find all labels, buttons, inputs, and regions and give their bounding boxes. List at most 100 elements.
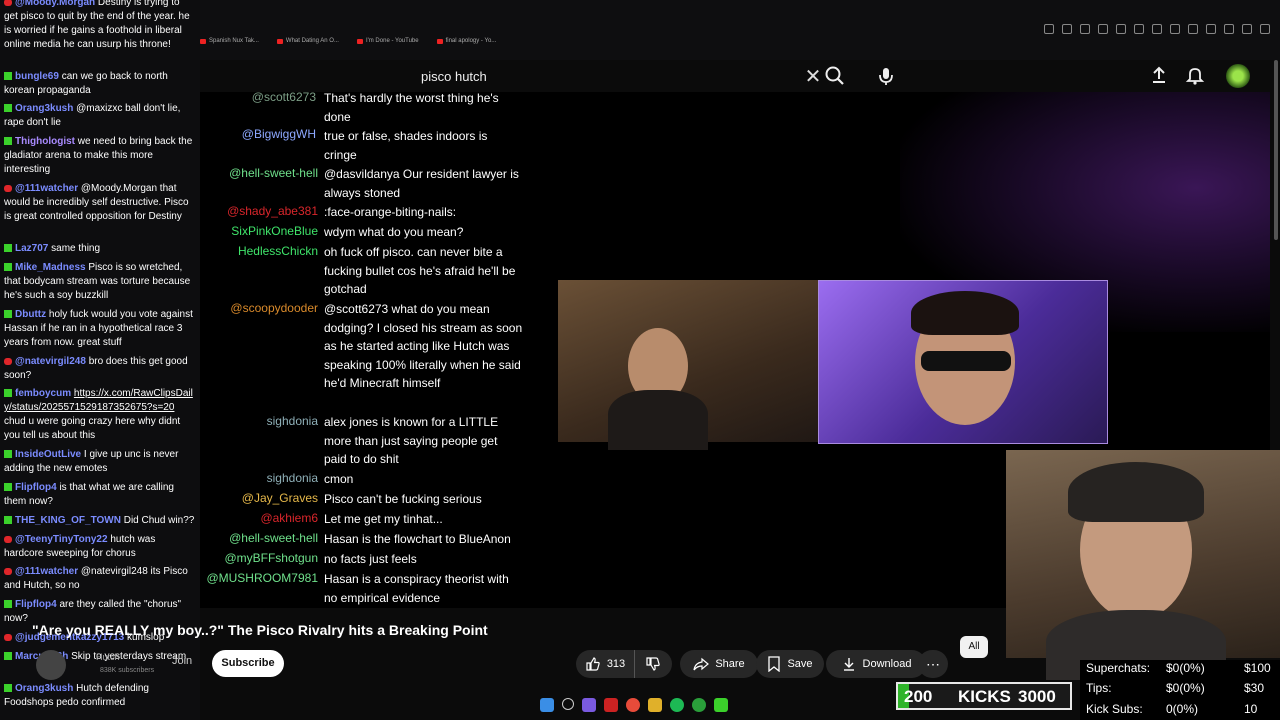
subscribe-button[interactable]: Subscribe xyxy=(212,650,284,677)
windows-start-icon[interactable] xyxy=(540,698,554,712)
chat-message: THE_KING_OF_TOWN Did Chud win?? xyxy=(4,514,196,528)
extension-icon[interactable] xyxy=(1116,24,1126,34)
sunglasses xyxy=(921,351,1011,371)
search-input[interactable]: pisco hutch xyxy=(408,69,798,84)
video-chat-text: Hasan is the flowchart to BlueAnon xyxy=(324,532,511,546)
extension-icon[interactable] xyxy=(1206,24,1216,34)
video-chat-text: no facts just feels xyxy=(324,552,417,566)
youtube-icon xyxy=(200,38,206,44)
extension-icon[interactable] xyxy=(1188,24,1198,34)
scrollbar[interactable] xyxy=(1274,60,1278,240)
video-chat-text: Let me get my tinhat... xyxy=(324,512,443,526)
mic-icon[interactable] xyxy=(872,62,900,90)
video-title: "Are you REALLY my boy..?" The Pisco Riv… xyxy=(32,622,488,638)
video-chat-text: Pisco can't be fucking serious xyxy=(324,492,482,506)
youtube-icon xyxy=(4,536,12,543)
kicks-current: 200 xyxy=(904,687,933,706)
channel-name[interactable]: Hutch xyxy=(96,652,120,662)
zoom-icon[interactable] xyxy=(1044,24,1054,34)
video-chat-user: @shady_abe381 xyxy=(227,204,318,218)
thumbs-up-icon xyxy=(586,657,600,671)
youtube-icon xyxy=(356,38,363,44)
video-chat-text: cmon xyxy=(324,472,354,486)
folder-icon[interactable] xyxy=(648,698,662,712)
chip-all[interactable]: All xyxy=(960,636,988,658)
video-chat-user: @scott6273 xyxy=(251,90,316,104)
kicks-goal: 3000 xyxy=(1018,687,1056,706)
video-chat-text: alex jones is known for a LITTLE more th… xyxy=(324,415,499,467)
kick-icon xyxy=(4,483,12,491)
chat-message: Orang3kush Hutch defending Foodshops ped… xyxy=(4,683,149,708)
donation-stats: Superchats: $0(0%) $100 Tips: $0(0%) $30… xyxy=(1080,660,1280,720)
kick-icon xyxy=(4,244,12,252)
video-chat-text: :face-orange-biting-nails: xyxy=(324,205,457,219)
chat-message: Dbuttz holy fuck would you vote against … xyxy=(4,309,193,348)
save-button[interactable]: Save xyxy=(756,650,824,678)
extension-icon[interactable] xyxy=(1170,24,1180,34)
dislike-button[interactable] xyxy=(635,650,671,678)
video-chat-user: @akhiem6 xyxy=(260,511,318,525)
share-button[interactable]: Share xyxy=(680,650,758,678)
app-icon[interactable] xyxy=(582,698,596,712)
video-chat-user: @MUSHROOM7981 xyxy=(206,571,318,585)
more-actions-button[interactable]: ⋯ xyxy=(918,650,948,678)
video-chat-user: @hell-sweet-hell xyxy=(229,531,318,545)
kick-icon xyxy=(4,600,12,608)
youtube-icon xyxy=(276,38,283,44)
xbox-icon[interactable] xyxy=(692,698,706,712)
search-box[interactable]: pisco hutch ✕ xyxy=(408,60,828,92)
download-icon xyxy=(843,658,854,671)
chat-message: @111watcher @Moody.Morgan that would be … xyxy=(4,183,189,222)
extension-icon[interactable] xyxy=(1260,24,1270,34)
join-button[interactable]: Join xyxy=(172,655,192,667)
bookmark-item[interactable]: I'm Done - YouTube xyxy=(356,38,419,44)
kick-icon xyxy=(4,450,12,458)
webcam-hutch xyxy=(1006,450,1280,680)
video-chat-user: @myBFFshotgun xyxy=(224,551,318,565)
webcam-pisco xyxy=(558,280,818,450)
video-chat-text: @scott6273 what do you mean dodging? I c… xyxy=(324,302,523,391)
kick-icon xyxy=(4,516,12,524)
bell-icon[interactable] xyxy=(1184,64,1206,86)
video-chat-user: HedlessChickn xyxy=(237,244,318,258)
like-button[interactable]: 313 xyxy=(576,650,635,678)
youtube-icon xyxy=(4,358,12,365)
channel-avatar[interactable] xyxy=(36,650,66,680)
like-count: 313 xyxy=(606,658,626,670)
chrome-icon[interactable] xyxy=(626,698,640,712)
kick-icon[interactable] xyxy=(714,698,728,712)
video-chat-text: That's hardly the worst thing he's done xyxy=(324,91,499,124)
download-button[interactable]: Download xyxy=(826,650,926,678)
extension-icon[interactable] xyxy=(1062,24,1072,34)
bookmark-item[interactable]: What Dating An O... xyxy=(276,38,339,44)
bookmark-item[interactable]: final apology - Yo... xyxy=(436,38,496,44)
video-chat-user: @BigwiggWH xyxy=(241,127,316,141)
avatar[interactable] xyxy=(1226,64,1250,88)
thumbs-down-icon xyxy=(646,657,660,671)
extension-icon[interactable] xyxy=(1242,24,1252,34)
extension-icon[interactable] xyxy=(1152,24,1162,34)
webcam-guest xyxy=(818,280,1108,444)
taskbar xyxy=(540,698,728,712)
upload-icon[interactable] xyxy=(1148,64,1170,86)
bookmark-item[interactable]: Spanish Nux Tak... xyxy=(200,38,259,44)
chat-message: @natevirgil248 bro does this get good so… xyxy=(4,356,188,381)
search-icon[interactable] xyxy=(822,63,848,89)
video-chat-user: sighdonia xyxy=(266,471,318,485)
video-chat-text: wdym what do you mean? xyxy=(324,225,464,239)
kick-icon xyxy=(4,104,12,112)
video-chat-user: @hell-sweet-hell xyxy=(229,166,318,180)
chat-message: Orang3kush @maxizxc ball don't lie, rape… xyxy=(4,103,181,128)
app-icon[interactable] xyxy=(604,698,618,712)
extension-icon[interactable] xyxy=(1134,24,1144,34)
extension-icon[interactable] xyxy=(1098,24,1108,34)
youtube-icon xyxy=(436,38,443,44)
extension-icon[interactable] xyxy=(1080,24,1090,34)
video-chat-user: @Jay_Graves xyxy=(241,491,318,505)
kick-icon xyxy=(4,137,12,145)
spotify-icon[interactable] xyxy=(670,698,684,712)
extension-icon[interactable] xyxy=(1224,24,1234,34)
search-icon[interactable] xyxy=(562,698,574,710)
video-chat-text: @dasvildanya Our resident lawyer is alwa… xyxy=(324,167,519,200)
video-chat-user: SixPinkOneBlue xyxy=(231,224,318,238)
